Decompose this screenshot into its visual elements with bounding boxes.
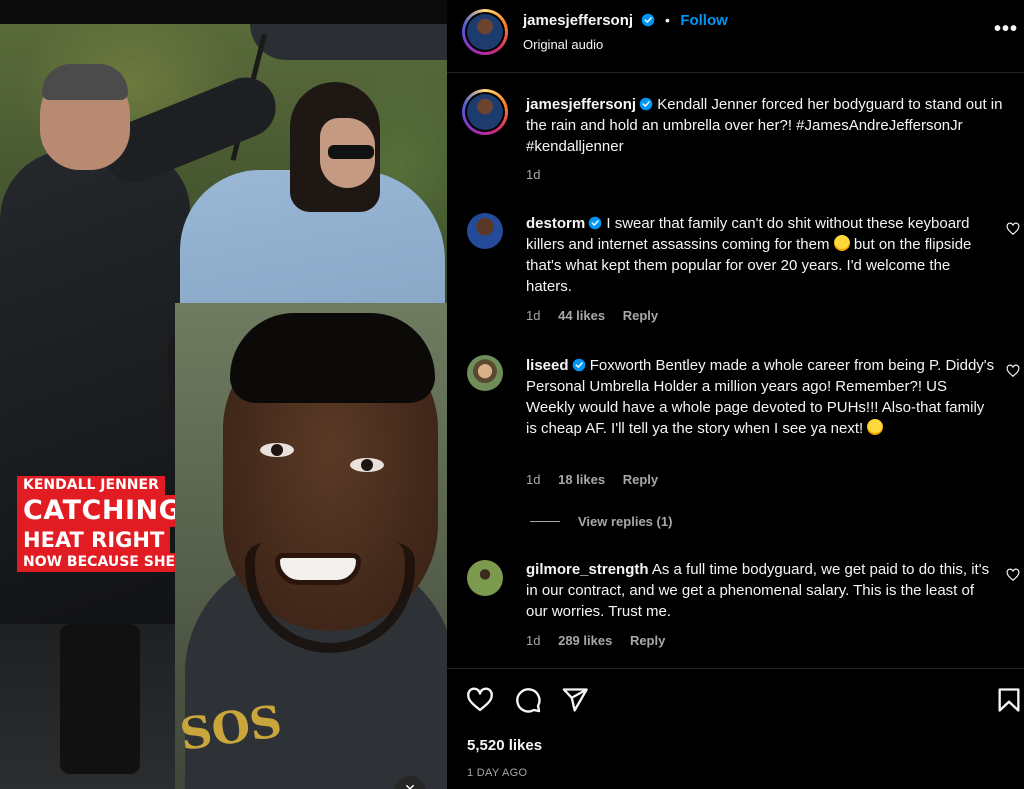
share-icon[interactable]	[561, 686, 589, 714]
author-avatar-image	[467, 14, 503, 50]
caption-line-3: HEAT RIGHT	[17, 527, 171, 554]
commenter-username[interactable]: liseed	[526, 357, 569, 374]
greenscreen-selfie: SOS	[175, 303, 447, 789]
sunglasses	[328, 145, 374, 159]
comment-time: 1d	[526, 472, 541, 487]
post-media[interactable]: KENDALL JENNER CATCHING HEAT RIGHT NOW B…	[0, 0, 447, 789]
post-actions-bar: 5,520 likes 1 DAY AGO	[447, 668, 1024, 789]
caption-time: 1d	[526, 167, 541, 182]
comment-like-heart-icon[interactable]	[1006, 364, 1020, 378]
media-top-strip	[0, 0, 447, 24]
heart-icon[interactable]	[466, 686, 494, 714]
grinning-emoji-icon	[867, 419, 884, 435]
selfie-left-eye	[260, 443, 294, 457]
umbrella	[250, 24, 447, 60]
selfie-mouth	[275, 553, 361, 585]
commenter-username[interactable]: destorm	[526, 215, 585, 232]
comment-icon[interactable]	[514, 686, 542, 714]
bookmark-icon[interactable]	[995, 686, 1023, 714]
commenter-avatar[interactable]	[467, 355, 503, 391]
commenter-username[interactable]: gilmore_strength	[526, 561, 649, 578]
speaker-muted-icon: ✕	[404, 781, 416, 789]
verified-badge-icon	[572, 358, 585, 372]
caption-author-avatar[interactable]	[462, 89, 508, 135]
grinning-emoji-icon	[833, 235, 850, 251]
caption-line-2: CATCHING	[17, 494, 188, 528]
comment-likes[interactable]: 18 likes	[558, 472, 605, 487]
audio-label[interactable]: Original audio	[523, 37, 603, 52]
verified-badge-icon	[641, 13, 654, 27]
caption-username[interactable]: jamesjeffersonj	[526, 96, 636, 113]
commenter-avatar[interactable]	[467, 560, 503, 596]
post-likes-count[interactable]: 5,520 likes	[467, 737, 542, 754]
comment-like-heart-icon[interactable]	[1006, 222, 1020, 236]
reply-button[interactable]: Reply	[623, 472, 658, 487]
lower-left-footage	[0, 624, 175, 789]
replies-divider-line	[530, 521, 560, 522]
caption-line-4: NOW BECAUSE SHE	[17, 553, 182, 572]
comment-meta: 1d 44 likes Reply	[526, 308, 672, 323]
comment-text: Foxworth Bentley made a whole career fro…	[526, 357, 995, 437]
view-replies-label: View replies (1)	[578, 514, 673, 529]
caption-line-1: KENDALL JENNER	[17, 476, 165, 495]
post-header: jamesjeffersonj • Follow Original audio …	[447, 0, 1024, 73]
comment-time: 1d	[526, 633, 541, 648]
verified-badge-icon	[588, 216, 602, 230]
selfie-hair	[230, 313, 435, 403]
reply-button[interactable]: Reply	[623, 308, 658, 323]
commenter-avatar[interactable]	[467, 213, 503, 249]
selfie-right-eye	[350, 458, 384, 472]
follow-button[interactable]: Follow	[680, 12, 728, 29]
video-caption-overlay: KENDALL JENNER CATCHING HEAT RIGHT NOW B…	[17, 476, 188, 572]
bodyguard-hair	[42, 64, 128, 100]
reply-button[interactable]: Reply	[630, 633, 665, 648]
header-separator: •	[664, 12, 670, 28]
comment-time: 1d	[526, 308, 541, 323]
caption-author-avatar-image	[467, 94, 503, 130]
post-details-panel: jamesjeffersonj • Follow Original audio …	[447, 0, 1024, 789]
comment-likes[interactable]: 44 likes	[558, 308, 605, 323]
author-avatar[interactable]	[462, 9, 508, 55]
comment-meta: 1d 289 likes Reply	[526, 633, 679, 648]
comment-likes[interactable]: 289 likes	[558, 633, 612, 648]
more-options-icon: •••	[994, 18, 1019, 40]
post-timestamp: 1 DAY AGO	[467, 767, 528, 779]
legs-figure	[60, 624, 140, 774]
comment-meta: 1d 18 likes Reply	[526, 472, 672, 487]
more-options-button[interactable]: •••	[994, 19, 1018, 39]
comment-like-heart-icon[interactable]	[1006, 568, 1020, 582]
view-replies-button[interactable]: View replies (1)	[530, 513, 672, 531]
author-username[interactable]: jamesjeffersonj	[523, 12, 633, 29]
verified-badge-icon	[639, 97, 653, 111]
